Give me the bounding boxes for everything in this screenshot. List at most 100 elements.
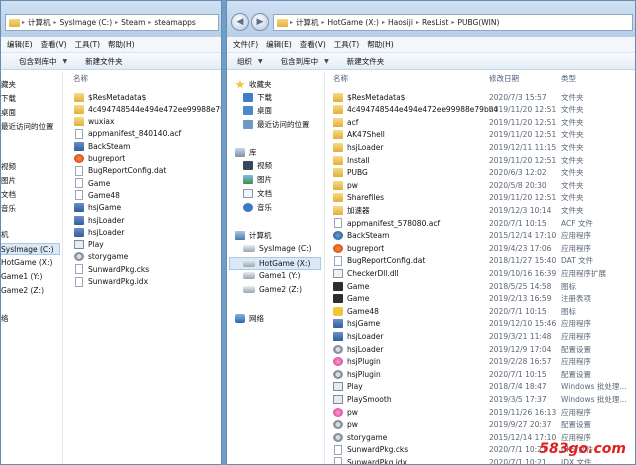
breadcrumb-sysimage[interactable]: SysImage (C:) [60, 18, 113, 27]
nav-drive-x[interactable]: HotGame (X:) [229, 257, 321, 270]
list-item[interactable]: SunwardPkg.cks [333, 444, 408, 456]
menu-help[interactable]: 帮助(H) [367, 39, 394, 50]
nav-desktop[interactable]: 桌面 [1, 107, 16, 118]
list-item[interactable]: Game48 [333, 305, 379, 317]
breadcrumb-computer[interactable]: 计算机 [28, 17, 51, 28]
column-header-name[interactable]: 名称 [333, 71, 348, 85]
breadcrumb-steam[interactable]: Steam [121, 18, 145, 27]
include-in-library-button[interactable]: 包含到库中 [281, 56, 319, 67]
nav-drive-z[interactable]: Game2 (Z:) [1, 286, 44, 295]
list-item[interactable]: bugreport [74, 153, 125, 165]
nav-drive-c[interactable]: SysImage (C:) [243, 244, 312, 253]
list-item[interactable]: hsjLoader [74, 214, 124, 226]
list-item[interactable]: BackSteam [333, 230, 389, 242]
menu-view[interactable]: 查看(V) [300, 39, 326, 50]
new-folder-button[interactable]: 新建文件夹 [347, 56, 385, 67]
nav-drive-y[interactable]: Game1 (Y:) [1, 272, 42, 281]
list-item[interactable]: Game [333, 280, 369, 292]
breadcrumb-steamapps[interactable]: steamapps [154, 18, 195, 27]
list-item[interactable]: 4c494748544e494e472ee99988e79bb4 [74, 103, 221, 115]
list-item[interactable]: BackSteam [74, 140, 130, 152]
list-item[interactable]: Game [333, 293, 369, 305]
column-header-date[interactable]: 修改日期 [489, 71, 519, 85]
nav-network[interactable]: 网络 [235, 313, 264, 324]
menu-tools[interactable]: 工具(T) [75, 39, 100, 50]
menu-edit[interactable]: 编辑(E) [266, 39, 292, 50]
column-header-name[interactable]: 名称 [73, 71, 88, 85]
list-item[interactable]: $ResMetadata$ [333, 91, 405, 103]
list-item[interactable]: $ResMetadata$ [74, 91, 146, 103]
list-item[interactable]: Game [74, 177, 110, 189]
nav-favorites[interactable]: 藏夹 [1, 79, 16, 90]
list-item[interactable]: appmanifest_840140.acf [74, 128, 181, 140]
nav-recent[interactable]: 最近访问的位置 [1, 121, 54, 132]
breadcrumb-computer[interactable]: 计算机 [296, 17, 319, 28]
list-item[interactable]: SunwardPkg.idx [74, 276, 148, 288]
list-item[interactable]: PUBG [333, 167, 368, 179]
list-item[interactable]: PlaySmooth [333, 393, 392, 405]
list-item[interactable]: hsjLoader [333, 343, 383, 355]
breadcrumb-hotgame[interactable]: HotGame (X:) [328, 18, 379, 27]
nav-videos[interactable]: 视频 [243, 160, 272, 171]
nav-pictures[interactable]: 图片 [243, 174, 272, 185]
list-item[interactable]: hsjLoader [74, 226, 124, 238]
nav-drive-z[interactable]: Game2 (Z:) [243, 285, 302, 294]
menu-file[interactable]: 文件(F) [233, 39, 258, 50]
list-item[interactable]: hsjGame [333, 318, 380, 330]
nav-music[interactable]: 音乐 [1, 203, 16, 214]
nav-documents[interactable]: 文档 [1, 189, 16, 200]
column-header-type[interactable]: 类型 [561, 71, 576, 85]
list-item[interactable]: storygame [74, 251, 128, 263]
nav-documents[interactable]: 文档 [243, 188, 272, 199]
list-item[interactable]: hsjGame [74, 202, 121, 214]
forward-button[interactable]: ▶ [251, 13, 269, 31]
list-item[interactable]: Sharefiles [333, 192, 384, 204]
list-item[interactable]: acf [333, 116, 358, 128]
list-item[interactable]: BugReportConfig.dat [333, 255, 425, 267]
list-item[interactable]: hsjPlugin [333, 368, 381, 380]
nav-pictures[interactable]: 图片 [1, 175, 16, 186]
list-item[interactable]: 4c494748544e494e472ee99988e79bb4 [333, 104, 498, 116]
list-item[interactable]: appmanifest_578080.acf [333, 217, 440, 229]
menu-edit[interactable]: 编辑(E) [7, 39, 33, 50]
list-item[interactable]: Game48 [74, 189, 120, 201]
list-item[interactable]: BugReportConfig.dat [74, 165, 166, 177]
breadcrumb-pubg-win[interactable]: PUBG(WIN) [457, 18, 499, 27]
include-in-library-button[interactable]: 包含到库中 [19, 56, 57, 67]
list-item[interactable]: Install [333, 154, 370, 166]
list-item[interactable]: hsjPlugin [333, 356, 381, 368]
list-item[interactable]: hsjLoader [333, 141, 383, 153]
menu-view[interactable]: 查看(V) [41, 39, 67, 50]
list-item[interactable]: pw [333, 179, 358, 191]
nav-favorites[interactable]: 收藏夹 [235, 79, 272, 90]
nav-recent[interactable]: 最近访问的位置 [243, 119, 310, 130]
nav-desktop[interactable]: 桌面 [243, 105, 272, 116]
organize-button[interactable]: 组织 [237, 56, 252, 67]
nav-computer[interactable]: 机 [1, 229, 9, 240]
list-item[interactable]: storygame [333, 431, 387, 443]
list-item[interactable]: Play [333, 381, 363, 393]
list-item[interactable]: bugreport [333, 242, 384, 254]
nav-network[interactable]: 络 [1, 313, 9, 324]
nav-computer[interactable]: 计算机 [235, 230, 272, 241]
menu-help[interactable]: 帮助(H) [108, 39, 135, 50]
nav-downloads[interactable]: 下载 [1, 93, 16, 104]
list-item[interactable]: wuxiax [74, 116, 114, 128]
menu-tools[interactable]: 工具(T) [334, 39, 359, 50]
list-item[interactable]: hsjLoader [333, 330, 383, 342]
nav-drive-y[interactable]: Game1 (Y:) [243, 271, 300, 280]
breadcrumb-haosiji[interactable]: Haosiji [388, 18, 413, 27]
list-item[interactable]: AK47Shell [333, 129, 385, 141]
list-item[interactable]: Play [74, 239, 104, 251]
back-button[interactable]: ◀ [231, 13, 249, 31]
list-item[interactable]: CheckerDll.dll [333, 267, 399, 279]
address-bar[interactable]: ▸ 计算机 ▸ SysImage (C:) ▸ Steam ▸ steamapp… [5, 14, 219, 31]
new-folder-button[interactable]: 新建文件夹 [85, 56, 123, 67]
list-item[interactable]: SunwardPkg.idx [333, 456, 407, 464]
nav-drive-c[interactable]: SysImage (C:) [1, 243, 60, 255]
nav-downloads[interactable]: 下载 [243, 92, 272, 103]
nav-videos[interactable]: 视频 [1, 161, 16, 172]
nav-drive-x[interactable]: HotGame (X:) [1, 258, 52, 267]
nav-music[interactable]: 音乐 [243, 202, 272, 213]
breadcrumb-reslist[interactable]: ResList [422, 18, 449, 27]
